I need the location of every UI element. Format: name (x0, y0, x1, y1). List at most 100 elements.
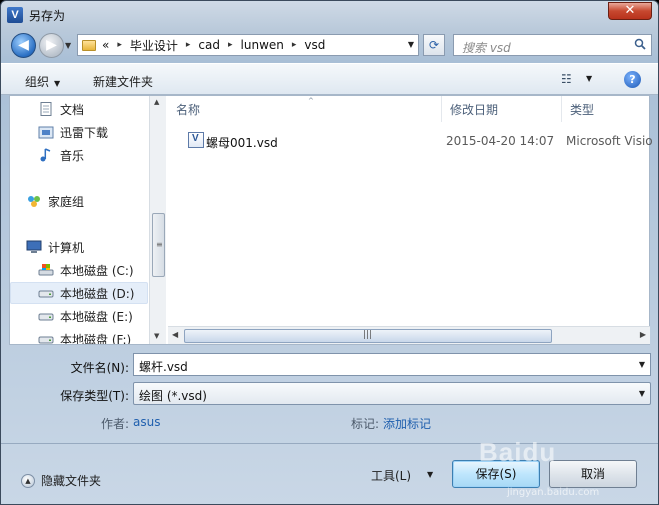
add-tags-link[interactable]: 添加标记 (383, 415, 431, 432)
tags-label: 标记: (351, 417, 380, 431)
drive-icon (38, 336, 54, 344)
scroll-up-icon[interactable]: ▲ (154, 98, 159, 106)
nav-item-drive-e[interactable]: 本地磁盘 (E:) (10, 305, 148, 327)
hide-folders-label: 隐藏文件夹 (41, 474, 102, 488)
chevron-down-icon[interactable]: ▼ (639, 389, 645, 398)
search-placeholder: 搜索 vsd (462, 41, 511, 55)
filename-field[interactable]: 螺杆.vsd ▼ (133, 353, 651, 376)
breadcrumb-separator[interactable]: ▸ (186, 40, 191, 50)
filetype-value: 绘图 (*.vsd) (139, 389, 207, 403)
nav-item-label: 迅雷下载 (60, 125, 109, 140)
chevron-down-icon[interactable]: ▼ (586, 74, 592, 83)
nav-item-label: 本地磁盘 (D:) (60, 286, 135, 301)
file-type: Microsoft Visio (566, 134, 653, 148)
nav-item-documents[interactable]: 文档 (10, 98, 148, 120)
divider (1, 443, 658, 444)
organize-menu[interactable]: 组织 ▼ (25, 73, 60, 90)
nav-item-computer[interactable]: 计算机 (10, 236, 148, 258)
nav-item-homegroup[interactable]: 家庭组 (10, 190, 148, 212)
sort-ascending-icon: ^ (308, 97, 314, 105)
forward-button[interactable]: ▶ (39, 33, 64, 58)
drive-icon (38, 290, 54, 298)
filename-label: 文件名(N): (70, 361, 129, 375)
filetype-label: 保存类型(T): (60, 389, 129, 403)
scrollbar-grip-icon: ||| (363, 330, 373, 340)
navigation-pane-scrollbar[interactable]: ▲ ≡ ▼ (149, 96, 166, 344)
nav-item-label: 计算机 (48, 240, 85, 255)
breadcrumb-item[interactable]: vsd (304, 38, 325, 52)
title-bar: V 另存为 ✕ (1, 1, 658, 29)
breadcrumb-overflow[interactable]: « (102, 38, 109, 52)
breadcrumb-item[interactable]: cad (198, 38, 220, 52)
search-icon[interactable] (634, 38, 646, 50)
nav-item-thunder-downloads[interactable]: 迅雷下载 (10, 121, 148, 143)
tools-menu[interactable]: 工具(L) (371, 467, 411, 484)
refresh-button[interactable]: ⟳ (423, 34, 445, 56)
scrollbar-thumb[interactable]: ||| (184, 329, 552, 343)
nav-item-drive-d[interactable]: 本地磁盘 (D:) (10, 282, 148, 304)
file-name: 螺母001.vsd (206, 136, 278, 150)
filename-value[interactable]: 螺杆.vsd (139, 358, 188, 375)
homegroup-icon (28, 196, 40, 207)
scroll-left-icon[interactable]: ◀ (172, 330, 178, 339)
scroll-right-icon[interactable]: ▶ (640, 330, 646, 339)
window-title: 另存为 (29, 9, 66, 23)
save-as-dialog: V 另存为 ✕ ◀ ▶ ▼ « ▸ 毕业设计 ▸ cad ▸ lunwen ▸ … (0, 0, 659, 505)
visio-app-icon: V (7, 7, 23, 23)
breadcrumb-separator[interactable]: ▸ (292, 40, 297, 50)
breadcrumb-item[interactable]: 毕业设计 (130, 37, 178, 54)
nav-item-label: 本地磁盘 (E:) (60, 309, 133, 324)
file-modified: 2015-04-20 14:07 (446, 134, 555, 148)
nav-item-drive-c[interactable]: 本地磁盘 (C:) (10, 259, 148, 281)
chevron-down-icon[interactable]: ▼ (639, 360, 645, 369)
file-row[interactable]: 螺母001.vsd 2015-04-20 14:07 Microsoft Vis… (184, 130, 653, 152)
nav-item-label: 本地磁盘 (C:) (60, 263, 134, 278)
navigation-pane: 文档 迅雷下载 音乐 家庭组 计算机 本地磁盘 (C:) 本地磁盘 (D:) 本… (10, 96, 148, 344)
drive-icon (38, 313, 54, 321)
column-header-type[interactable]: 类型 (562, 96, 650, 122)
column-header-modified[interactable]: 修改日期 (442, 96, 562, 122)
author-label: 作者: (101, 417, 130, 431)
file-list: 名称 ^ 修改日期 类型 螺母001.vsd 2015-04-20 14:07 … (168, 96, 653, 344)
help-icon[interactable]: ? (624, 71, 641, 88)
address-bar[interactable]: « ▸ 毕业设计 ▸ cad ▸ lunwen ▸ vsd ▼ (77, 34, 419, 56)
chevron-down-icon: ▼ (54, 79, 61, 88)
view-options-icon[interactable]: ☷ (561, 72, 572, 86)
organize-label: 组织 (25, 75, 50, 89)
download-folder-icon (38, 126, 54, 139)
collapse-icon: ▲ (21, 473, 35, 488)
visio-file-icon (188, 132, 204, 148)
recent-locations-chevron-icon[interactable]: ▼ (65, 41, 71, 50)
command-toolbar: 组织 ▼ 新建文件夹 ☷ ▼ ? (1, 63, 658, 95)
filetype-select[interactable]: 绘图 (*.vsd) ▼ (133, 382, 651, 405)
system-drive-icon (38, 264, 54, 276)
file-list-horizontal-scrollbar[interactable]: ◀ ||| ▶ (168, 326, 650, 344)
nav-item-label: 本地磁盘 (F:) (60, 332, 132, 345)
breadcrumb-separator[interactable]: ▸ (117, 40, 122, 50)
new-folder-button[interactable]: 新建文件夹 (93, 73, 153, 90)
watermark-url: jingyan.baidu.com (507, 487, 600, 498)
chevron-down-icon[interactable]: ▼ (427, 470, 433, 479)
breadcrumb-item[interactable]: lunwen (241, 38, 284, 52)
scrollbar-thumb[interactable]: ≡ (152, 213, 165, 277)
close-button[interactable]: ✕ (608, 2, 652, 20)
hide-folders-toggle[interactable]: ▲ 隐藏文件夹 (21, 472, 101, 489)
search-input[interactable]: 搜索 vsd (453, 34, 652, 56)
nav-item-drive-f[interactable]: 本地磁盘 (F:) (10, 328, 148, 344)
cancel-button[interactable]: 取消 (549, 460, 637, 488)
nav-item-music[interactable]: 音乐 (10, 144, 148, 166)
nav-item-label: 文档 (60, 102, 85, 117)
folder-icon (82, 39, 96, 51)
back-button[interactable]: ◀ (11, 33, 36, 58)
music-icon (40, 148, 51, 162)
scroll-down-icon[interactable]: ▼ (154, 332, 159, 340)
browser-pane: 文档 迅雷下载 音乐 家庭组 计算机 本地磁盘 (C:) 本地磁盘 (D:) 本… (9, 95, 653, 345)
breadcrumb-separator[interactable]: ▸ (228, 40, 233, 50)
column-header-name[interactable]: 名称 (168, 96, 442, 122)
nav-item-label: 家庭组 (48, 194, 85, 209)
scrollbar-grip-icon: ≡ (156, 240, 163, 249)
baidu-watermark-logo: Baidu (479, 437, 557, 467)
address-dropdown-icon[interactable]: ▼ (408, 40, 414, 49)
computer-icon (26, 240, 42, 253)
author-value[interactable]: asus (133, 415, 160, 429)
